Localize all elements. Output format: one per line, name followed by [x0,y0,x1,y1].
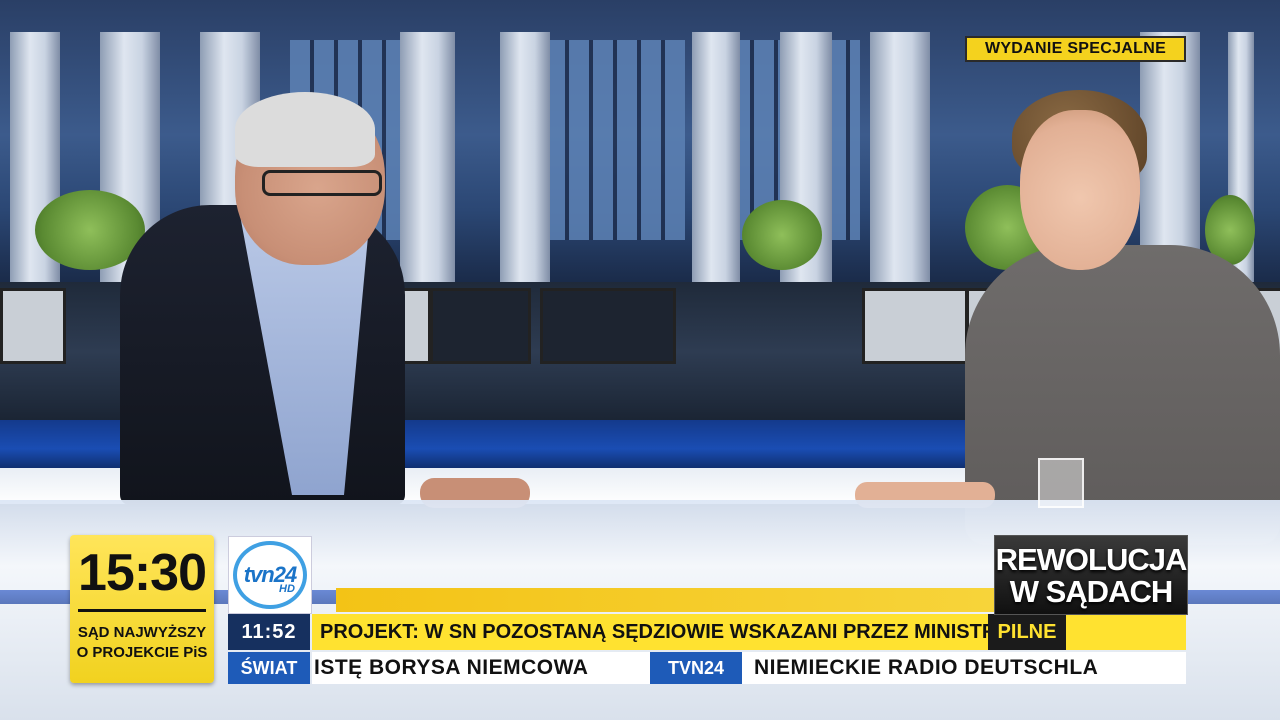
clock-caption-line2: O PROJEKCIE PiS [76,644,208,661]
newsroom-monitor [862,288,968,364]
guest-glasses [262,170,382,196]
building-column [692,32,740,282]
building-column [500,32,550,282]
clock-caption-line1: SĄD NAJWYŻSZY [77,624,207,641]
building-column [400,32,455,282]
ticker-channel-badge: TVN24 [650,652,742,684]
headline-accent-bar [336,588,994,612]
clock-panel: 15:30 SĄD NAJWYŻSZY O PROJEKCIE PiS [70,535,214,683]
ticker-item: NIEMIECKIE RADIO DEUTSCHLA [754,656,1099,679]
promo-title-line2: W SĄDACH [1009,574,1174,609]
guest-hair [235,92,375,167]
logo-hd-label: HD [279,583,295,595]
newsroom-monitor [540,288,676,364]
headline-text: PROJEKT: W SN POZOSTANĄ SĘDZIOWIE WSKAZA… [312,614,1000,650]
clock-divider [78,609,206,612]
newsroom-monitor [430,288,531,364]
promo-title-line1: REWOLUCJA [995,542,1188,577]
channel-logo: tvn24 HD [228,536,312,614]
tree [742,200,822,270]
headline-time: 11:52 [228,614,310,650]
program-promo: REWOLUCJA W SĄDACH [994,535,1188,615]
special-edition-badge: WYDANIE SPECJALNE [965,36,1186,62]
logo-ring-icon: tvn24 [233,541,307,609]
broadcast-frame: WYDANIE SPECJALNE 15:30 SĄD NAJWYŻSZY O … [0,0,1280,720]
clock-time: 15:30 [78,544,207,602]
building-windows [545,40,685,240]
headline-bar-tail [1066,614,1186,650]
water-glass [1038,458,1084,508]
urgent-label: PILNE [988,614,1066,650]
anchor-face [1020,110,1140,270]
clock-caption: SĄD NAJWYŻSZY O PROJEKCIE PiS [74,623,210,663]
building-column [870,32,930,282]
ticker-section-label: ŚWIAT [228,652,310,684]
ticker-item: ISTĘ BORYSA NIEMCOWA [314,656,589,679]
newsroom-monitor [0,288,66,364]
news-ticker: ISTĘ BORYSA NIEMCOWA TVN24 NIEMIECKIE RA… [312,652,1186,684]
